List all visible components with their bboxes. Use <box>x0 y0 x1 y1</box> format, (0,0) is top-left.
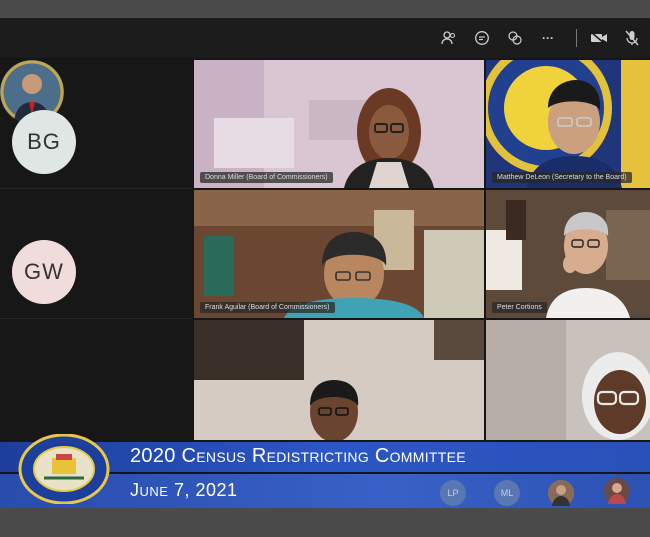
participant-name-tag: Peter Cortions <box>492 302 547 313</box>
video-frame-bottom <box>0 508 650 537</box>
chat-icon[interactable] <box>470 27 494 49</box>
video-tile[interactable]: Donna Miller (Board of Commissioners) <box>194 60 484 188</box>
video-tile[interactable] <box>486 320 650 440</box>
divider <box>0 188 192 189</box>
video-tile[interactable]: Frank Aguilar (Board of Commissioners) <box>194 190 484 318</box>
video-tile[interactable] <box>194 320 484 440</box>
people-icon[interactable] <box>437 27 461 49</box>
county-seal-icon <box>18 433 110 505</box>
video-frame-top <box>0 0 650 18</box>
participant-avatar-small[interactable]: ML <box>494 480 520 506</box>
participant-avatar-small[interactable]: LP <box>440 480 466 506</box>
participant-video <box>194 320 484 440</box>
banner-date: June 7, 2021 <box>130 480 238 500</box>
reactions-icon[interactable] <box>503 27 527 49</box>
participant-name-tag: Donna Miller (Board of Commissioners) <box>200 172 333 183</box>
more-icon[interactable]: ··· <box>536 27 560 49</box>
mic-off-icon[interactable] <box>620 27 644 49</box>
meeting-toolbar: ··· <box>0 18 650 58</box>
banner-title: 2020 Census Redistricting Committee <box>130 445 466 467</box>
video-tile[interactable]: Matthew DeLeon (Secretary to the Board) <box>486 60 650 188</box>
participant-photo-small[interactable] <box>548 480 574 506</box>
avatar[interactable]: GW <box>12 240 76 304</box>
camera-off-icon[interactable] <box>587 27 611 49</box>
divider <box>0 318 192 319</box>
participant-column: BG GW <box>0 60 192 440</box>
video-tile[interactable]: Peter Cortions <box>486 190 650 318</box>
avatar-initials: BG <box>27 129 61 154</box>
participant-video <box>194 60 484 188</box>
participant-name-tag: Matthew DeLeon (Secretary to the Board) <box>492 172 632 183</box>
avatar-initials: ML <box>500 488 514 498</box>
participant-video <box>486 190 650 318</box>
participant-photo-small[interactable] <box>604 478 630 504</box>
participant-video <box>194 190 484 318</box>
meeting-window: ··· BG GW Donna Miller (Board of Commiss… <box>0 18 650 508</box>
avatar-initials: LP <box>447 488 459 498</box>
participant-name-tag: Frank Aguilar (Board of Commissioners) <box>200 302 335 313</box>
avatar-initials: GW <box>24 259 64 284</box>
lower-third-banner: 2020 Census Redistricting Committee June… <box>0 428 650 508</box>
toolbar-divider <box>576 29 577 47</box>
participant-video <box>486 320 650 440</box>
avatar[interactable]: BG <box>12 110 76 174</box>
participant-video <box>486 60 650 188</box>
